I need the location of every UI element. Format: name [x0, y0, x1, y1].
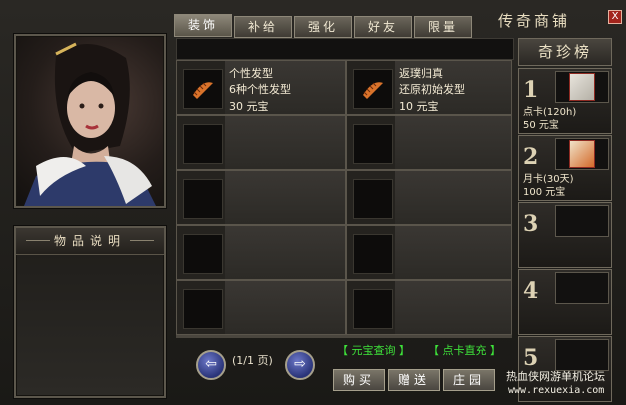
watermark-url: www.rexuexia.com [508, 385, 605, 396]
card-recharge-link[interactable]: 【 点卡直充 】 [428, 342, 501, 358]
rank-entry-3[interactable]: 3 [518, 202, 612, 268]
shop-window: 传奇商铺 X 装饰 补给 强化 好友 限量 物品说明 个性发型 6种个性发型 3… [0, 0, 626, 405]
item-slot-5[interactable] [176, 170, 346, 225]
empty-slot [353, 289, 393, 329]
gift-button[interactable]: 赠送 [388, 369, 440, 391]
prev-page-button[interactable]: ⇦ [196, 350, 226, 380]
rank-item-price: 100 元宝 [523, 187, 566, 198]
item-info-band [225, 281, 345, 334]
next-page-button[interactable]: ⇨ [285, 350, 315, 380]
tab-enhance[interactable]: 强化 [294, 16, 352, 38]
item-desc: 还原初始发型 [399, 83, 465, 96]
rank-number: 2 [523, 144, 539, 170]
rank-item-price: 50 元宝 [523, 120, 559, 131]
empty-slot [183, 124, 223, 164]
rank-entry-2[interactable]: 2 月卡(30天) 100 元宝 [518, 135, 612, 201]
window-title: 传奇商铺 [498, 12, 571, 30]
item-price: 30 元宝 [229, 100, 269, 113]
rank-item-slot [555, 138, 609, 170]
item-grid: 个性发型 6种个性发型 30 元宝 返璞归真 还原初始发型 10 元宝 [176, 60, 512, 338]
item-slot-9[interactable] [176, 280, 346, 335]
manor-button[interactable]: 庄园 [443, 369, 495, 391]
rank-item-slot [555, 71, 609, 103]
item-info-band [225, 226, 345, 279]
item-slot-10[interactable] [346, 280, 512, 335]
close-button[interactable]: X [608, 10, 622, 24]
item-name: 返璞归真 [399, 67, 443, 80]
item-description-title: 物品说明 [16, 228, 164, 255]
item-info-band [225, 116, 345, 169]
tab-limited[interactable]: 限量 [414, 16, 472, 38]
item-desc: 6种个性发型 [229, 83, 291, 96]
point-card-icon [569, 73, 595, 101]
item-slot-1[interactable]: 个性发型 6种个性发型 30 元宝 [176, 60, 346, 115]
character-portrait [14, 34, 166, 208]
empty-slot [353, 124, 393, 164]
month-card-icon [569, 140, 595, 168]
comb-icon [353, 69, 393, 109]
buy-button[interactable]: 购买 [333, 369, 385, 391]
yuanbao-query-link[interactable]: 【 元宝查询 】 [337, 342, 410, 358]
rank-entry-1[interactable]: 1 点卡(120h) 50 元宝 [518, 68, 612, 134]
rank-number: 1 [523, 77, 539, 103]
empty-slot [353, 179, 393, 219]
category-tabs: 装饰 补给 强化 好友 限量 [174, 14, 472, 38]
rank-title: 奇珍榜 [518, 38, 612, 66]
item-description-panel: 物品说明 [14, 226, 166, 398]
empty-slot [183, 179, 223, 219]
item-slot-8[interactable] [346, 225, 512, 280]
item-info-band [395, 226, 511, 279]
item-slot-4[interactable] [346, 115, 512, 170]
rank-entry-4[interactable]: 4 [518, 269, 612, 335]
item-info-band [395, 281, 511, 334]
empty-slot [353, 234, 393, 274]
empty-slot [183, 234, 223, 274]
item-info-band [225, 171, 345, 224]
empty-slot [183, 289, 223, 329]
tab-decoration[interactable]: 装饰 [174, 14, 232, 37]
item-slot-3[interactable] [176, 115, 346, 170]
item-info-band [395, 116, 511, 169]
rank-number: 4 [523, 278, 539, 304]
item-info-band [395, 171, 511, 224]
item-name: 个性发型 [229, 67, 273, 80]
comb-icon [183, 69, 223, 109]
rank-item-slot [555, 339, 609, 371]
item-slot-7[interactable] [176, 225, 346, 280]
page-indicator: (1/1 页) [232, 354, 273, 367]
arrow-right-icon: ⇨ [294, 356, 306, 372]
tab-supply[interactable]: 补给 [234, 16, 292, 38]
item-list-header-bar [176, 38, 514, 60]
rank-number: 3 [523, 211, 539, 237]
character-portrait-image [24, 42, 156, 206]
item-slot-2[interactable]: 返璞归真 还原初始发型 10 元宝 [346, 60, 512, 115]
item-price: 10 元宝 [399, 100, 439, 113]
arrow-left-icon: ⇦ [205, 356, 217, 372]
item-slot-6[interactable] [346, 170, 512, 225]
watermark-text: 热血侠网游单机论坛 [506, 370, 605, 383]
tab-friend[interactable]: 好友 [354, 16, 412, 38]
rank-item-slot [555, 205, 609, 237]
rank-item-slot [555, 272, 609, 304]
